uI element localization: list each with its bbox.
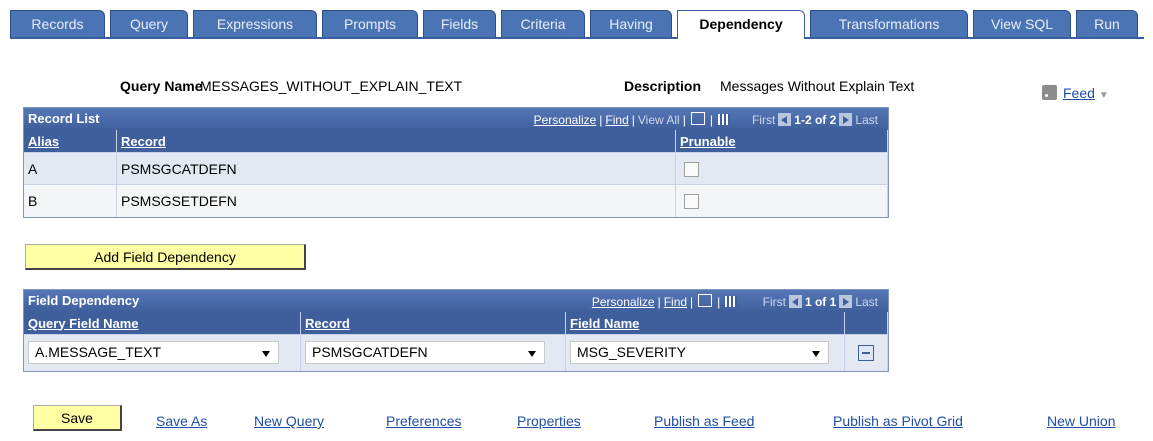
field-dependency-nav: Personalize | Find | | First 1 of 1 Last <box>591 294 878 309</box>
tab-query[interactable]: Query <box>110 10 188 37</box>
description-value: Messages Without Explain Text <box>720 78 915 94</box>
personalize-link[interactable]: Personalize <box>534 113 597 127</box>
tab-having[interactable]: Having <box>590 10 672 37</box>
record-list-table: Alias Record Prunable A PSMSGCATDEFN B P… <box>24 130 888 217</box>
tab-dependency[interactable]: Dependency <box>677 10 805 39</box>
page-tabs: Records Query Expressions Prompts Fields… <box>10 10 1144 39</box>
table-row: A.MESSAGE_TEXT PSMSGCATDEFN MSG_SEVERITY <box>24 334 888 371</box>
chevron-down-icon <box>812 351 820 358</box>
description-label: Description <box>624 78 702 94</box>
properties-link[interactable]: Properties <box>517 413 581 429</box>
last-label: Last <box>855 295 878 309</box>
new-window-icon[interactable] <box>690 112 705 125</box>
add-field-dependency-button[interactable]: Add Field Dependency <box>25 244 306 270</box>
record-list-grid: Record List Personalize | Find | View All | | … <box>23 107 889 218</box>
row-range: 1 of 1 <box>804 295 837 309</box>
row-range: 1-2 of 2 <box>794 113 837 127</box>
table-row: A PSMSGCATDEFN <box>24 152 888 185</box>
alias-cell: B <box>24 184 117 217</box>
tab-transformations[interactable]: Transformations <box>810 10 968 37</box>
chevron-down-icon[interactable]: ▼ <box>1099 90 1109 101</box>
field-dependency-grid: Field Dependency Personalize | Find | | Firs… <box>23 289 889 372</box>
new-window-icon[interactable] <box>698 294 713 307</box>
tab-prompts[interactable]: Prompts <box>322 10 418 37</box>
record-list-title: Record List <box>28 111 100 126</box>
tab-records[interactable]: Records <box>10 10 105 37</box>
field-name-select[interactable]: MSG_SEVERITY <box>570 341 829 365</box>
col-alias[interactable]: Alias <box>24 130 117 153</box>
download-grid-icon[interactable] <box>725 296 738 307</box>
col-record[interactable]: Record <box>116 130 676 153</box>
find-link[interactable]: Find <box>664 295 687 309</box>
table-row: B PSMSGSETDEFN <box>24 184 888 217</box>
preferences-link[interactable]: Preferences <box>386 413 461 429</box>
prunable-checkbox[interactable] <box>684 161 699 177</box>
download-grid-icon[interactable] <box>717 114 730 125</box>
prev-arrow-icon[interactable] <box>788 295 802 308</box>
record-select[interactable]: PSMSGCATDEFN <box>305 341 545 365</box>
publish-as-pivot-grid-link[interactable]: Publish as Pivot Grid <box>833 413 963 429</box>
first-label: First <box>762 295 786 309</box>
field-dependency-title: Field Dependency <box>28 293 140 308</box>
chevron-down-icon <box>262 351 270 358</box>
query-field-select[interactable]: A.MESSAGE_TEXT <box>28 341 279 365</box>
chevron-down-icon <box>528 351 536 358</box>
field-dependency-table: Query Field Name Record Field Name A.MES… <box>24 312 888 371</box>
col-record[interactable]: Record <box>300 312 566 335</box>
tab-expressions[interactable]: Expressions <box>193 10 317 37</box>
personalize-link[interactable]: Personalize <box>592 295 655 309</box>
col-prunable[interactable]: Prunable <box>675 130 888 153</box>
next-arrow-icon[interactable] <box>839 113 853 126</box>
save-button[interactable]: Save <box>33 405 122 431</box>
feed-link[interactable]: Feed <box>1063 85 1095 101</box>
feed-menu[interactable]: Feed ▼ <box>1042 85 1109 101</box>
record-list-header: Record List Personalize | Find | View All | | … <box>24 108 888 130</box>
tab-view-sql[interactable]: View SQL <box>973 10 1071 37</box>
new-union-link[interactable]: New Union <box>1047 413 1115 429</box>
query-name-value: MESSAGES_WITHOUT_EXPLAIN_TEXT <box>200 78 463 94</box>
tab-criteria[interactable]: Criteria <box>501 10 585 37</box>
rss-feed-icon <box>1042 85 1057 100</box>
record-list-nav: Personalize | Find | View All | | First 1-2 of … <box>533 112 878 127</box>
next-arrow-icon[interactable] <box>839 295 853 308</box>
tab-fields[interactable]: Fields <box>423 10 496 37</box>
field-dependency-header: Field Dependency Personalize | Find | | Firs… <box>24 290 888 312</box>
col-action <box>844 312 888 335</box>
publish-as-feed-link[interactable]: Publish as Feed <box>654 413 754 429</box>
col-query-field-name[interactable]: Query Field Name <box>24 312 301 335</box>
view-all-link[interactable]: View All <box>638 113 680 127</box>
new-query-link[interactable]: New Query <box>254 413 324 429</box>
alias-cell: A <box>24 152 117 185</box>
prev-arrow-icon[interactable] <box>778 113 792 126</box>
query-name-label: Query Name <box>120 78 203 94</box>
col-field-name[interactable]: Field Name <box>565 312 845 335</box>
delete-row-icon[interactable] <box>858 345 874 362</box>
save-as-link[interactable]: Save As <box>156 413 207 429</box>
prunable-checkbox[interactable] <box>684 194 699 210</box>
record-cell: PSMSGCATDEFN <box>116 152 676 185</box>
last-label: Last <box>855 113 878 127</box>
record-cell: PSMSGSETDEFN <box>116 184 676 217</box>
find-link[interactable]: Find <box>605 113 628 127</box>
tab-run[interactable]: Run <box>1076 10 1138 37</box>
first-label: First <box>751 113 776 127</box>
